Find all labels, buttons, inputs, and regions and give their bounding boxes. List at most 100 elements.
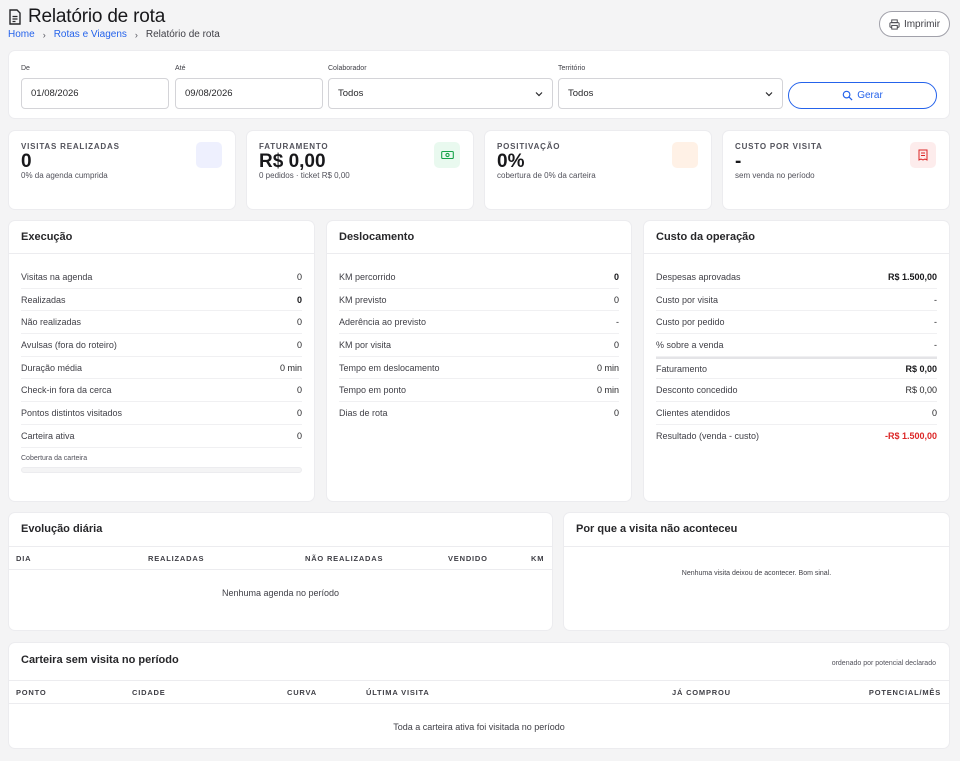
- panel-title: Evolução diária: [21, 523, 103, 535]
- metric-value: 0: [296, 339, 302, 350]
- column-header: Dia: [16, 554, 32, 563]
- collaborator-select[interactable]: Todos: [328, 78, 553, 109]
- metric-label: Resultado (venda - custo): [656, 431, 760, 442]
- empty-state: Toda a carteira ativa foi visitada no pe…: [393, 722, 565, 732]
- metric-row: Check-in fora da cerca 0: [21, 379, 302, 403]
- metric-row: Tempo em ponto 0 min: [339, 379, 619, 403]
- breadcrumb-home[interactable]: Home: [8, 29, 35, 40]
- column-header[interactable]: Já comprou: [672, 688, 731, 697]
- metric-row: KM percorrido 0: [339, 266, 619, 289]
- column-header[interactable]: Ponto: [16, 688, 47, 697]
- breadcrumb-routes[interactable]: Rotas e Viagens: [54, 29, 127, 40]
- divider: [9, 253, 314, 254]
- metric-value: 0: [296, 407, 302, 418]
- metric-row: % sobre a venda -: [656, 334, 937, 357]
- metric-label: Realizadas: [21, 294, 66, 305]
- column-header: Vendido: [448, 554, 488, 563]
- page-title: Relatório de rota: [8, 6, 165, 28]
- kpi-positivation: Positivação 0% cobertura de 0% da cartei…: [485, 131, 711, 209]
- metric-value: 0 min: [596, 362, 619, 373]
- metric-row: Faturamento R$ 0,00: [656, 356, 937, 380]
- kpi-subtitle: cobertura de 0% da carteira: [497, 171, 596, 180]
- kpi-revenue: Faturamento R$ 0,00 0 pedidos · ticket R…: [247, 131, 473, 209]
- metric-row: Resultado (venda - custo) -R$ 1.500,00: [656, 425, 937, 448]
- filter-collaborator: Colaborador Todos: [328, 65, 553, 109]
- cash-icon-glyph: [440, 150, 454, 160]
- generate-button[interactable]: Gerar: [788, 82, 937, 109]
- metric-row: Visitas na agenda 0: [21, 266, 302, 289]
- kpi-value: R$ 0,00: [259, 151, 326, 172]
- metric-value: 0: [296, 317, 302, 328]
- metric-row: Desconto concedido R$ 0,00: [656, 379, 937, 403]
- metric-label: Clientes atendidos: [656, 407, 731, 418]
- metric-value: -: [934, 317, 937, 328]
- daily-evolution-card: Evolução diária Dia Realizadas Não reali…: [9, 513, 552, 630]
- missed-reasons-card: Por que a visita não aconteceu Nenhuma v…: [564, 513, 949, 630]
- filter-territory-label: Território: [558, 65, 586, 72]
- generate-button-label: Gerar: [857, 90, 883, 101]
- date-to-input[interactable]: 09/08/2026: [175, 78, 323, 109]
- document-icon: [9, 9, 21, 25]
- print-button[interactable]: Imprimir: [879, 11, 950, 37]
- breadcrumb-current: Relatório de rota: [145, 29, 220, 40]
- cost-rows: Despesas aprovadas R$ 1.500,00 Custo por v…: [656, 266, 937, 448]
- panel-title: Deslocamento: [339, 231, 415, 243]
- search-icon: [842, 90, 853, 101]
- column-header[interactable]: Última visita: [366, 688, 430, 697]
- panel-title: Carteira sem visita no período: [21, 654, 179, 666]
- kpi-label: Positivação: [497, 142, 561, 151]
- execution-rows: Visitas na agenda 0 Realizadas 0 Não realiza…: [21, 266, 302, 473]
- metric-value: 0 min: [596, 385, 619, 396]
- empty-state: Nenhuma agenda no período: [221, 588, 340, 598]
- date-from-input[interactable]: 01/08/2026: [21, 78, 169, 109]
- panel-title: Execução: [21, 231, 73, 243]
- filter-from: De 01/08/2026: [21, 65, 169, 109]
- collaborator-value: Todos: [338, 88, 364, 99]
- metric-label: Check-in fora da cerca: [21, 385, 112, 396]
- column-header: Não realizadas: [305, 554, 384, 563]
- metric-value: R$ 0,00: [905, 385, 937, 396]
- kpi-label: Custo por visita: [735, 142, 823, 151]
- filter-collaborator-label: Colaborador: [328, 65, 367, 72]
- chevron-down-icon: [765, 91, 773, 96]
- metric-row: Carteira ativa 0: [21, 425, 302, 448]
- kpi-value: 0%: [497, 151, 525, 172]
- metric-label: Avulsas (fora do roteiro): [21, 339, 117, 350]
- metric-value: 0: [613, 339, 619, 350]
- metric-value: R$ 0,00: [905, 363, 937, 374]
- date-to-value: 09/08/2026: [185, 88, 233, 99]
- metric-label: Visitas na agenda: [21, 271, 93, 282]
- metric-row: Tempo em deslocamento 0 min: [339, 357, 619, 380]
- metric-row: KM por visita 0: [339, 334, 619, 357]
- metric-value: 0: [931, 407, 937, 418]
- column-header[interactable]: Cidade: [132, 688, 166, 697]
- metric-row: Clientes atendidos 0: [656, 402, 937, 425]
- kpi-value: -: [735, 151, 742, 172]
- metric-row: KM previsto 0: [339, 289, 619, 312]
- unvisited-portfolio-card: Carteira sem visita no período ordenado …: [9, 643, 949, 748]
- metric-value: 0: [296, 271, 302, 282]
- sort-note: ordenado por potencial declarado: [831, 660, 936, 667]
- metric-label: Despesas aprovadas: [656, 271, 741, 282]
- metric-label: % sobre a venda: [656, 339, 724, 350]
- metric-label: Faturamento: [656, 363, 708, 374]
- metric-label: Dias de rota: [339, 408, 388, 419]
- metric-row: Aderência ao previsto -: [339, 311, 619, 335]
- column-header: KM: [531, 554, 545, 563]
- column-header[interactable]: Curva: [287, 688, 317, 697]
- divider: [644, 253, 949, 254]
- column-header[interactable]: Potencial/mês: [869, 688, 941, 697]
- receipt-icon: [910, 142, 936, 168]
- metric-value: 0: [296, 294, 302, 305]
- metric-label: Não realizadas: [21, 317, 82, 328]
- territory-select[interactable]: Todos: [558, 78, 783, 109]
- table-header: Ponto Cidade Curva Última visita Já comp…: [9, 680, 949, 704]
- execution-panel: Execução Visitas na agenda 0 Realizadas 0 Nã…: [9, 221, 314, 501]
- table-header: Dia Realizadas Não realizadas Vendido KM: [9, 546, 552, 570]
- kpi-label: Faturamento: [259, 142, 329, 151]
- kpi-subtitle: 0% da agenda cumprida: [21, 171, 108, 180]
- kpi-visits: Visitas realizadas 0 0% da agenda cumpri…: [9, 131, 235, 209]
- metric-label: Duração média: [21, 362, 83, 373]
- panel-title: Por que a visita não aconteceu: [576, 523, 738, 535]
- metric-label: KM por visita: [339, 339, 392, 350]
